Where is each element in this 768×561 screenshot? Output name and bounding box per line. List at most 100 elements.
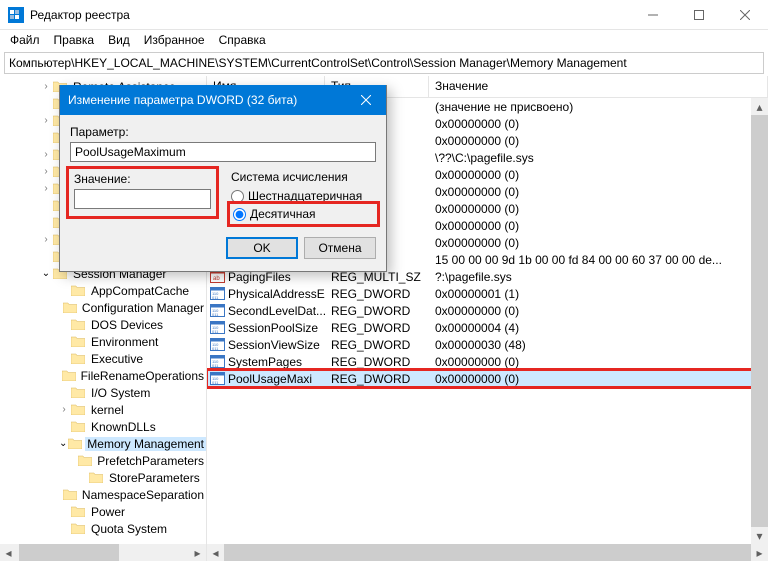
tree-item[interactable]: StoreParameters <box>0 469 206 486</box>
value-name: SecondLevelDat... <box>228 304 325 318</box>
value-data: \??\C:\pagefile.sys <box>429 151 768 165</box>
tree-item-label: AppCompatCache <box>89 284 191 298</box>
tree-item[interactable]: PrefetchParameters <box>0 452 206 469</box>
radio-dec-row[interactable]: Десятичная <box>231 205 376 223</box>
chevron-right-icon[interactable]: › <box>40 81 52 92</box>
dialog-title: Изменение параметра DWORD (32 бита) <box>68 93 346 107</box>
tree-item[interactable]: AppCompatCache <box>0 282 206 299</box>
tree-item-label: kernel <box>89 403 126 417</box>
tree-item[interactable]: Configuration Manager <box>0 299 206 316</box>
binary-value-icon: 110011 <box>209 286 225 302</box>
folder-icon <box>70 523 86 535</box>
address-text: Компьютер\HKEY_LOCAL_MACHINE\SYSTEM\Curr… <box>9 56 627 70</box>
radio-hex-row[interactable]: Шестнадцатеричная <box>231 187 376 205</box>
menu-file[interactable]: Файл <box>4 31 46 49</box>
tree-horizontal-scrollbar[interactable]: ◂▸ <box>0 544 206 561</box>
value-name: SessionViewSize <box>228 338 320 352</box>
tree-item[interactable]: Executive <box>0 350 206 367</box>
svg-text:011: 011 <box>212 295 219 300</box>
base-label: Система исчисления <box>231 170 376 184</box>
value-input[interactable] <box>74 189 211 209</box>
tree-item-label: Configuration Manager <box>80 301 206 315</box>
dialog-close-button[interactable] <box>346 85 386 115</box>
tree-item-label: NamespaceSeparation <box>80 488 206 502</box>
dialog-titlebar[interactable]: Изменение параметра DWORD (32 бита) <box>60 85 386 115</box>
registry-value-row[interactable]: 110011SystemPagesREG_DWORD0x00000000 (0) <box>207 353 768 370</box>
value-name: SessionPoolSize <box>228 321 318 335</box>
list-vertical-scrollbar[interactable]: ▴▾ <box>751 98 768 544</box>
param-label: Параметр: <box>70 125 376 139</box>
value-data: 0x00000000 (0) <box>429 117 768 131</box>
cancel-button[interactable]: Отмена <box>304 237 376 259</box>
tree-item[interactable]: KnownDLLs <box>0 418 206 435</box>
registry-value-row[interactable]: 110011PhysicalAddressE...REG_DWORD0x0000… <box>207 285 768 302</box>
value-data: 0x00000000 (0) <box>429 219 768 233</box>
radio-hex[interactable] <box>231 190 244 203</box>
tree-item[interactable]: I/O System <box>0 384 206 401</box>
value-name: PhysicalAddressE... <box>228 287 325 301</box>
value-type: REG_DWORD <box>325 338 429 352</box>
registry-value-row[interactable]: 110011SecondLevelDat...REG_DWORD0x000000… <box>207 302 768 319</box>
close-button[interactable] <box>722 0 768 30</box>
list-horizontal-scrollbar[interactable]: ◂▸ <box>207 544 768 561</box>
menubar: Файл Правка Вид Избранное Справка <box>0 30 768 50</box>
folder-icon <box>70 421 86 433</box>
tree-item[interactable]: NamespaceSeparation <box>0 486 206 503</box>
ok-button[interactable]: OK <box>226 237 298 259</box>
folder-icon <box>70 319 86 331</box>
menu-edit[interactable]: Правка <box>48 31 101 49</box>
folder-icon <box>63 302 77 314</box>
tree-item-label: Environment <box>89 335 160 349</box>
tree-item[interactable]: › kernel <box>0 401 206 418</box>
tree-item-label: KnownDLLs <box>89 420 158 434</box>
value-data: 0x00000000 (0) <box>429 372 768 386</box>
value-data: 0x00000000 (0) <box>429 202 768 216</box>
folder-icon <box>78 455 92 467</box>
menu-help[interactable]: Справка <box>213 31 272 49</box>
folder-icon <box>88 472 104 484</box>
tree-item[interactable]: DOS Devices <box>0 316 206 333</box>
chevron-right-icon[interactable]: › <box>40 234 52 245</box>
value-data: (значение не присвоено) <box>429 100 768 114</box>
folder-icon <box>70 387 86 399</box>
tree-item-label: Power <box>89 505 127 519</box>
binary-value-icon: 110011 <box>209 320 225 336</box>
address-bar[interactable]: Компьютер\HKEY_LOCAL_MACHINE\SYSTEM\Curr… <box>4 52 764 74</box>
chevron-right-icon[interactable]: › <box>40 183 52 194</box>
value-label: Значение: <box>74 172 211 186</box>
chevron-right-icon[interactable]: › <box>58 404 70 415</box>
tree-item-label: DOS Devices <box>89 318 165 332</box>
value-data: 0x00000004 (4) <box>429 321 768 335</box>
registry-value-row[interactable]: 110011PoolUsageMaxiREG_DWORD0x00000000 (… <box>207 370 768 387</box>
maximize-button[interactable] <box>676 0 722 30</box>
chevron-right-icon[interactable]: › <box>40 115 52 126</box>
titlebar: Редактор реестра <box>0 0 768 30</box>
registry-value-row[interactable]: 110011SessionViewSizeREG_DWORD0x00000030… <box>207 336 768 353</box>
window-title: Редактор реестра <box>30 8 630 22</box>
column-value[interactable]: Значение <box>429 76 768 97</box>
radio-dec-label: Десятичная <box>250 207 316 221</box>
chevron-right-icon[interactable]: › <box>40 166 52 177</box>
folder-icon <box>63 489 77 501</box>
minimize-button[interactable] <box>630 0 676 30</box>
app-icon <box>8 7 24 23</box>
tree-item[interactable]: ⌄Memory Management <box>0 435 206 452</box>
svg-text:011: 011 <box>212 346 219 351</box>
chevron-right-icon[interactable]: › <box>40 149 52 160</box>
menu-view[interactable]: Вид <box>102 31 136 49</box>
menu-favorites[interactable]: Избранное <box>138 31 211 49</box>
param-input[interactable] <box>70 142 376 162</box>
chevron-down-icon[interactable]: ⌄ <box>40 268 52 279</box>
value-name: PoolUsageMaxi <box>228 372 312 386</box>
tree-item[interactable]: Quota System <box>0 520 206 537</box>
registry-value-row[interactable]: 110011SessionPoolSizeREG_DWORD0x00000004… <box>207 319 768 336</box>
radio-dec[interactable] <box>233 208 246 221</box>
svg-text:011: 011 <box>212 380 219 385</box>
tree-item[interactable]: Environment <box>0 333 206 350</box>
value-type: REG_DWORD <box>325 355 429 369</box>
chevron-down-icon[interactable]: ⌄ <box>58 438 68 449</box>
folder-icon <box>70 404 86 416</box>
folder-icon <box>62 370 76 382</box>
tree-item[interactable]: FileRenameOperations <box>0 367 206 384</box>
tree-item[interactable]: Power <box>0 503 206 520</box>
